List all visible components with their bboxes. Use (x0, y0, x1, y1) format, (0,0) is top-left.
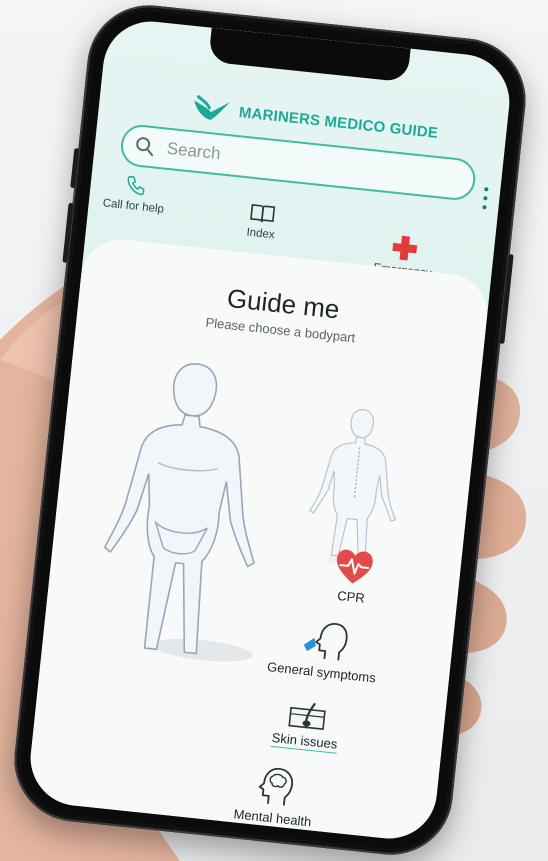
skin-issues-category[interactable]: Skin issues (270, 696, 342, 754)
call-for-help-button[interactable]: Call for help (102, 171, 167, 216)
skin-issues-label: Skin issues (270, 729, 339, 754)
guide-panel: Guide me Please choose a bodypart CPR Ge… (25, 235, 492, 844)
general-symptoms-label: General symptoms (266, 659, 377, 686)
phone-icon (127, 175, 145, 196)
book-icon (250, 204, 276, 223)
index-button[interactable]: Index (245, 203, 278, 242)
call-for-help-label: Call for help (102, 197, 165, 216)
head-profile-icon (303, 622, 348, 661)
general-symptoms-category[interactable]: General symptoms (266, 615, 381, 685)
skin-layer-icon (288, 703, 326, 731)
index-label: Index (245, 226, 276, 242)
body-back-figure[interactable] (302, 403, 408, 572)
swallow-logo-icon (194, 95, 231, 121)
cpr-label: CPR (336, 587, 366, 606)
mental-health-category[interactable]: Mental health (232, 763, 317, 832)
search-icon (136, 137, 154, 157)
heart-pulse-icon (336, 549, 373, 584)
screen: MARINERS MEDICO GUIDE Call for help (25, 16, 515, 844)
cpr-category[interactable]: CPR (330, 548, 376, 607)
brand-name: MARINERS MEDICO GUIDE (238, 103, 439, 142)
red-cross-icon (392, 235, 418, 261)
body-front-figure[interactable] (82, 351, 282, 667)
phone: MARINERS MEDICO GUIDE Call for help (8, 0, 532, 861)
brain-head-icon (258, 767, 294, 806)
more-menu-icon[interactable] (480, 187, 490, 210)
